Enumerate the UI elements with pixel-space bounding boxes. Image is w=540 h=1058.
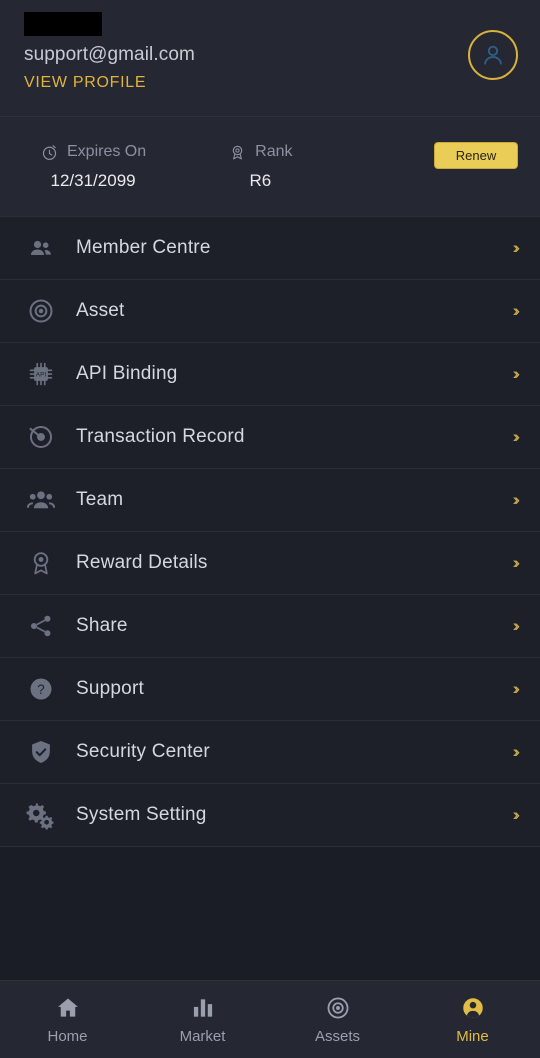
- user-avatar-icon: [484, 45, 502, 65]
- svg-text:?: ?: [37, 682, 44, 697]
- menu-list: Member Centre ›› Asset ›› API API Bindin…: [0, 216, 540, 847]
- tab-market[interactable]: Market: [135, 981, 270, 1058]
- empty-space: [0, 847, 540, 980]
- chevron-right-icon: ››: [512, 427, 521, 446]
- chevron-right-icon: ››: [512, 742, 521, 761]
- chevron-right-icon: ››: [512, 616, 521, 635]
- medal-icon: [232, 145, 243, 159]
- reward-medal-icon: [24, 546, 58, 580]
- tab-assets[interactable]: Assets: [270, 981, 405, 1058]
- view-profile-link[interactable]: VIEW PROFILE: [24, 74, 146, 92]
- menu-item-asset[interactable]: Asset ››: [0, 280, 540, 343]
- menu-item-system-setting[interactable]: System Setting ››: [0, 784, 540, 847]
- chevron-right-icon: ››: [512, 679, 521, 698]
- menu-item-transaction-record[interactable]: Transaction Record ››: [0, 406, 540, 469]
- menu-item-label: Reward Details: [76, 552, 208, 573]
- chevron-right-icon: ››: [512, 364, 521, 383]
- menu-item-label: Transaction Record: [76, 426, 245, 447]
- profile-header: support@gmail.com VIEW PROFILE: [0, 0, 540, 116]
- menu-item-member-centre[interactable]: Member Centre ››: [0, 217, 540, 280]
- market-bars-icon: [193, 998, 212, 1017]
- api-chip-icon: API: [24, 357, 58, 391]
- mine-person-icon: [462, 997, 483, 1018]
- menu-item-team[interactable]: Team ››: [0, 469, 540, 532]
- home-icon: [57, 997, 78, 1017]
- chevron-right-icon: ››: [512, 553, 521, 572]
- redacted-name-bar: [24, 12, 102, 36]
- menu-item-security-center[interactable]: Security Center ››: [0, 721, 540, 784]
- expires-value: 12/31/2099: [50, 170, 136, 190]
- tab-label: Market: [179, 1027, 226, 1045]
- share-icon: [24, 609, 58, 643]
- menu-item-label: Member Centre: [76, 237, 211, 258]
- menu-item-label: API Binding: [76, 363, 178, 384]
- menu-item-share[interactable]: Share ››: [0, 595, 540, 658]
- chevron-right-icon: ››: [512, 805, 521, 824]
- expires-block: Expires On 12/31/2099: [40, 143, 146, 191]
- rank-block: Rank R6: [228, 143, 293, 191]
- menu-item-support[interactable]: ? Support ››: [0, 658, 540, 721]
- menu-item-label: Share: [76, 615, 128, 636]
- tab-label: Assets: [314, 1027, 360, 1045]
- membership-info-bar: Expires On 12/31/2099 Rank R6 Renew: [0, 116, 540, 216]
- clock-icon: [42, 144, 57, 160]
- bottom-tab-bar: Home Market Assets Mine: [0, 980, 540, 1058]
- app-root: support@gmail.com VIEW PROFILE Expires O…: [0, 0, 540, 1058]
- renew-button[interactable]: Renew: [434, 142, 518, 169]
- menu-item-api-binding[interactable]: API API Binding ››: [0, 343, 540, 406]
- team-icon: [24, 483, 58, 517]
- tab-mine[interactable]: Mine: [405, 981, 540, 1058]
- rank-head: Rank: [228, 143, 293, 162]
- transaction-record-icon: [24, 420, 58, 454]
- menu-item-reward-details[interactable]: Reward Details ››: [0, 532, 540, 595]
- tab-label: Mine: [456, 1027, 489, 1045]
- security-shield-icon: [24, 735, 58, 769]
- expires-label: Expires On: [67, 143, 147, 160]
- support-question-icon: ?: [24, 672, 58, 706]
- menu-item-label: Support: [76, 678, 144, 699]
- expires-head: Expires On: [40, 143, 146, 162]
- rank-label: Rank: [255, 143, 293, 160]
- rank-value: R6: [249, 170, 272, 190]
- chevron-right-icon: ››: [512, 490, 521, 509]
- menu-item-label: Team: [76, 489, 124, 510]
- asset-circle-icon: [24, 294, 58, 328]
- chevron-right-icon: ››: [512, 301, 521, 320]
- avatar[interactable]: [468, 30, 518, 80]
- members-icon: [24, 231, 58, 265]
- tab-label: Home: [47, 1027, 88, 1045]
- svg-text:API: API: [36, 372, 47, 379]
- tab-home[interactable]: Home: [0, 981, 135, 1058]
- user-email: support@gmail.com: [24, 44, 195, 65]
- assets-target-icon: [327, 997, 348, 1018]
- menu-item-label: System Setting: [76, 804, 207, 825]
- chevron-right-icon: ››: [512, 238, 521, 257]
- system-gears-icon: [24, 798, 58, 832]
- menu-item-label: Asset: [76, 300, 125, 321]
- menu-item-label: Security Center: [76, 741, 210, 762]
